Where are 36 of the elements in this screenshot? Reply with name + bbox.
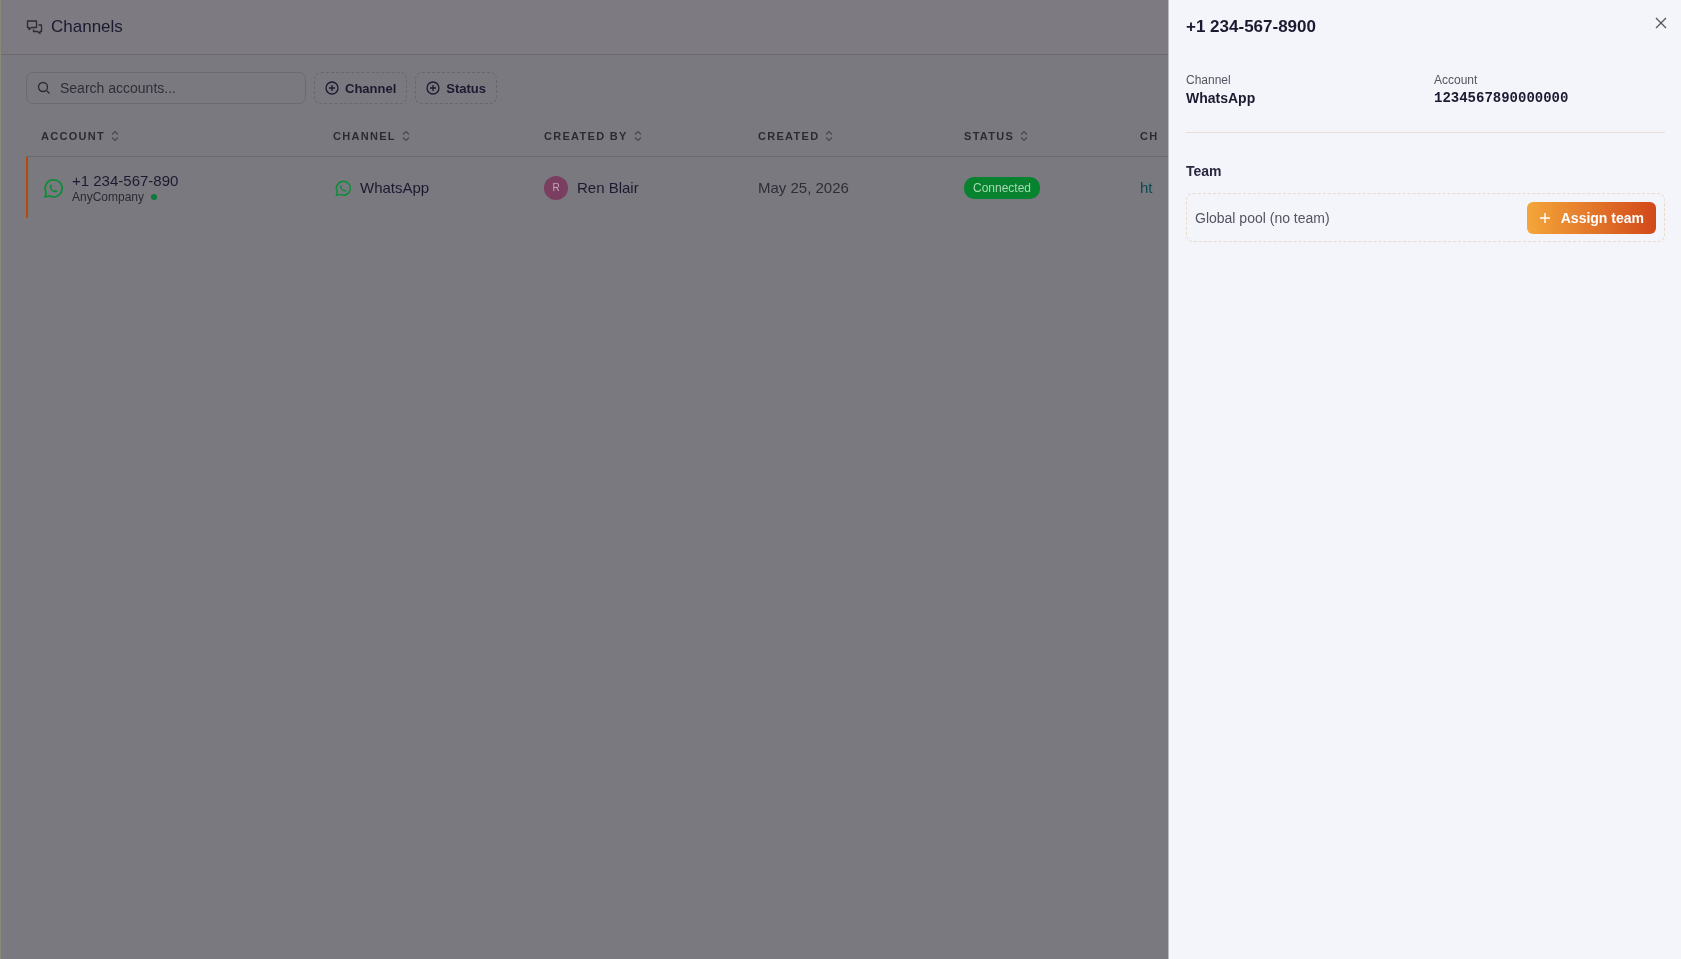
table-cell: May 25, 2026: [758, 179, 849, 196]
company-name: AnyCompany: [72, 189, 145, 204]
account-number: +1 234-567-890: [72, 171, 179, 189]
team-value: Global pool (no team): [1195, 209, 1330, 226]
chat-phone-icon: [333, 178, 351, 197]
field-value: WhatsApp: [1186, 90, 1257, 106]
table-cell: Ren Blair: [577, 179, 639, 196]
page-title: Channels: [51, 17, 123, 37]
filter-button[interactable]: Channel: [314, 72, 408, 104]
table-row[interactable]: +1 234-567-890 AnyCompany WhatsApp R Ren Blair May 25, 2026 Connected ht: [26, 157, 1169, 218]
table-cell[interactable]: ht: [1140, 179, 1153, 196]
field-label: Channel: [1186, 73, 1232, 87]
filter-button[interactable]: Status: [415, 72, 498, 104]
column-header[interactable]: ACCOUNT: [41, 130, 106, 142]
close-button[interactable]: [1653, 15, 1669, 31]
plus-icon: [1538, 211, 1551, 224]
plus-circle-icon: [325, 81, 339, 95]
assign-team-button[interactable]: Assign team: [1526, 201, 1656, 234]
avatar: R: [544, 175, 568, 200]
chat-bubbles-icon: [26, 18, 43, 36]
table-cell: WhatsApp: [360, 179, 430, 196]
plus-circle-icon: [426, 81, 441, 95]
search-icon: [37, 81, 51, 95]
column-header[interactable]: STATUS: [964, 130, 1015, 142]
section-heading: Team: [1186, 163, 1223, 179]
status-badge: Connected: [964, 176, 1041, 199]
close-icon: [1655, 17, 1667, 29]
search-field[interactable]: Search accounts...: [26, 72, 306, 104]
column-header[interactable]: CREATED: [758, 130, 820, 142]
chat-phone-icon: [41, 176, 63, 199]
column-header[interactable]: CREATED BY: [544, 130, 628, 142]
panel-title: +1 234-567-8900: [1186, 17, 1316, 37]
column-header[interactable]: CHANNEL: [333, 130, 396, 142]
column-header[interactable]: CH: [1140, 130, 1159, 142]
field-value: 1234567890000000: [1434, 90, 1570, 106]
field-label: Account: [1434, 73, 1479, 87]
